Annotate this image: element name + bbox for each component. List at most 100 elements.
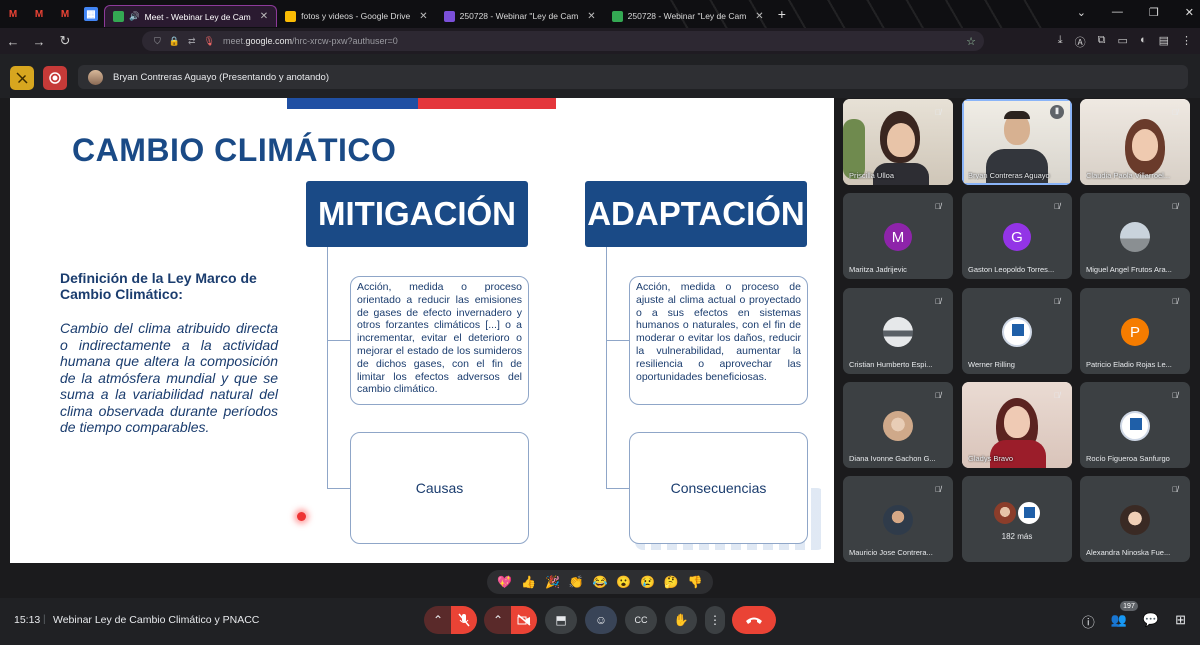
participant-tile[interactable]: 🎙̸ Claudia Paola Villarroel... — [1080, 99, 1190, 185]
tab-meet[interactable]: 🔊 Meet - Webinar Ley de Cam ✕ — [104, 5, 278, 27]
adaptation-header: ADAPTACIÓN — [585, 181, 807, 247]
maximize-icon[interactable]: ❐ — [1149, 6, 1159, 19]
reload-icon[interactable]: ↻ — [52, 33, 78, 49]
reaction-laugh-icon[interactable]: 😂 — [592, 575, 607, 589]
emoji-reactions-button[interactable]: ☺ — [585, 606, 617, 634]
avatar — [883, 411, 913, 441]
participant-tile[interactable]: 🎙̸ Diana Ivonne Gachon G... — [843, 382, 953, 468]
participant-tile[interactable]: P 🎙̸ Patricio Eladio Rojas Le... — [1080, 288, 1190, 374]
hand-icon: ✋ — [673, 613, 689, 627]
presentation-slide: CAMBIO CLIMÁTICO MITIGACIÓN ADAPTACIÓN D… — [10, 98, 834, 563]
captions-button[interactable]: CC — [625, 606, 657, 634]
tab-close-icon[interactable]: ✕ — [587, 11, 595, 22]
laser-pointer — [297, 512, 306, 521]
tab-close-icon[interactable]: ✕ — [260, 11, 268, 22]
sidebar-icon[interactable]: ▭ — [1118, 34, 1128, 50]
bookmark-star-icon[interactable]: ☆ — [966, 35, 976, 48]
connector-line — [327, 488, 350, 490]
participant-tile[interactable]: 🎙̸ Werner Rilling — [962, 288, 1072, 374]
logo-icon — [1012, 324, 1024, 336]
browser-tab-strip: M M M ▦ 🔊 Meet - Webinar Ley de Cam ✕ fo… — [0, 0, 1200, 28]
back-icon[interactable]: ← — [0, 34, 26, 49]
participant-tile[interactable]: 🎙̸ Rocío Figueroa Sanfurgo — [1080, 382, 1190, 468]
reaction-thumbs-up-icon[interactable]: 👍 — [521, 575, 536, 589]
extension-a-icon[interactable]: Ⓐ — [1075, 34, 1086, 50]
more-vert-icon: ⋮ — [709, 613, 721, 627]
camera-toggle-button[interactable] — [511, 606, 537, 634]
avatar — [883, 505, 913, 535]
present-icon: ⬒ — [555, 613, 567, 627]
participant-tile[interactable]: 🎙̸ Cristian Humberto Espi... — [843, 288, 953, 374]
minimize-icon[interactable]: — — [1112, 6, 1123, 19]
mic-off-icon: 🎙̸ — [935, 201, 941, 211]
forward-icon[interactable]: → — [26, 34, 52, 49]
pinned-tab-gmail-1[interactable]: M — [0, 0, 26, 28]
pinned-tab-gmail-2[interactable]: M — [26, 0, 52, 28]
participant-name: Cristian Humberto Espi... — [849, 360, 933, 369]
window-controls: ⌄ — ❐ ✕ — [1077, 6, 1194, 19]
participant-name: Rocío Figueroa Sanfurgo — [1086, 454, 1170, 463]
audio-options-button[interactable]: ⌃ — [424, 606, 452, 634]
chat-icon[interactable]: 💬 — [1143, 612, 1159, 631]
chevron-down-icon[interactable]: ⌄ — [1077, 6, 1086, 19]
tab-forms[interactable]: 250728 - Webinar "Ley de Cam ✕ — [436, 5, 604, 27]
hair-shape — [1004, 111, 1030, 119]
url-prefix: meet. — [222, 36, 246, 46]
raise-hand-button[interactable]: ✋ — [665, 606, 697, 634]
calendar-icon: ▦ — [84, 7, 98, 21]
activities-icon[interactable]: ⊞ — [1175, 612, 1186, 631]
participant-tile[interactable]: 🎙̸ Miguel Angel Frutos Ara... — [1080, 193, 1190, 279]
mic-off-icon: 🎙̸ — [1172, 107, 1178, 117]
recording-button[interactable] — [43, 66, 67, 90]
tab-close-icon[interactable]: ✕ — [755, 11, 763, 22]
reaction-heart-icon[interactable]: 💖 — [497, 575, 512, 589]
reaction-sad-icon[interactable]: 😢 — [640, 575, 655, 589]
face-shape — [1132, 129, 1158, 161]
address-bar[interactable]: ⛉ 🔒 ⇄ 🎙 meet.google.com/hrc-xrcw-pxw?aut… — [142, 31, 984, 51]
more-participants-count: 182 más — [1001, 532, 1033, 541]
incognito-icon[interactable]: ◐ — [1140, 34, 1147, 50]
video-options-button[interactable]: ⌃ — [484, 606, 512, 634]
flag-stripe-red — [418, 98, 556, 109]
present-screen-button[interactable]: ⬒ — [545, 606, 577, 634]
reaction-surprised-icon[interactable]: 😮 — [616, 575, 631, 589]
meet-top-bar: Bryan Contreras Aguayo (Presentando y an… — [0, 54, 1200, 98]
more-options-button[interactable]: ⋮ — [705, 606, 725, 634]
people-icon[interactable]: 👥 — [1111, 612, 1127, 631]
shield-icon: ⛉ — [154, 35, 161, 46]
participant-tile-more[interactable]: 182 más — [962, 476, 1072, 562]
pinned-tab-gmail-3[interactable]: M — [52, 0, 78, 28]
participant-tile[interactable]: M 🎙̸ Maritza Jadrijevic — [843, 193, 953, 279]
tab-sheets[interactable]: 250728 - Webinar "Ley de Cam ✕ — [604, 5, 772, 27]
avatar: M — [884, 223, 912, 251]
participant-tile[interactable]: 🎙̸ Gladys Bravo — [962, 382, 1072, 468]
tab-label: 250728 - Webinar "Ley de Cam — [459, 11, 579, 21]
mic-toggle-button[interactable] — [451, 606, 477, 634]
reaction-party-icon[interactable]: 🎉 — [545, 575, 560, 589]
participant-tile[interactable]: ⦀ Bryan Contreras Aguayo — [962, 99, 1072, 185]
connector-line — [327, 340, 350, 342]
participant-tile[interactable]: 🎙̸ Priscilla Ulloa — [843, 99, 953, 185]
reaction-thumbs-down-icon[interactable]: 👎 — [688, 575, 703, 589]
record-icon — [49, 72, 61, 84]
info-icon[interactable]: ⓘ — [1082, 612, 1095, 631]
menu-icon[interactable]: ⋮ — [1181, 34, 1192, 50]
participant-tile[interactable]: 🎙̸ Alexandra Ninoska Fue... — [1080, 476, 1190, 562]
annotation-toggle-button[interactable] — [10, 66, 34, 90]
speaker-icon: 🔊 — [129, 11, 140, 21]
avatar: P — [1121, 318, 1149, 346]
tab-close-icon[interactable]: ✕ — [419, 11, 427, 22]
mic-off-icon — [458, 613, 470, 627]
close-window-icon[interactable]: ✕ — [1185, 6, 1194, 19]
participant-tile[interactable]: 🎙̸ Mauricio Jose Contrera... — [843, 476, 953, 562]
notes-icon[interactable]: ▤ — [1159, 34, 1169, 50]
download-icon[interactable]: ⤓ — [1058, 34, 1063, 50]
leave-call-button[interactable] — [732, 606, 776, 634]
reaction-clap-icon[interactable]: 👏 — [569, 575, 584, 589]
puzzle-icon[interactable]: ⧉ — [1098, 34, 1106, 50]
reaction-thinking-icon[interactable]: 🤔 — [664, 575, 679, 589]
participant-tile[interactable]: G 🎙̸ Gaston Leopoldo Torres... — [962, 193, 1072, 279]
plant-shape — [843, 119, 865, 179]
tab-drive[interactable]: fotos y videos - Google Drive ✕ — [277, 5, 436, 27]
pinned-tab-calendar[interactable]: ▦ — [78, 0, 104, 28]
